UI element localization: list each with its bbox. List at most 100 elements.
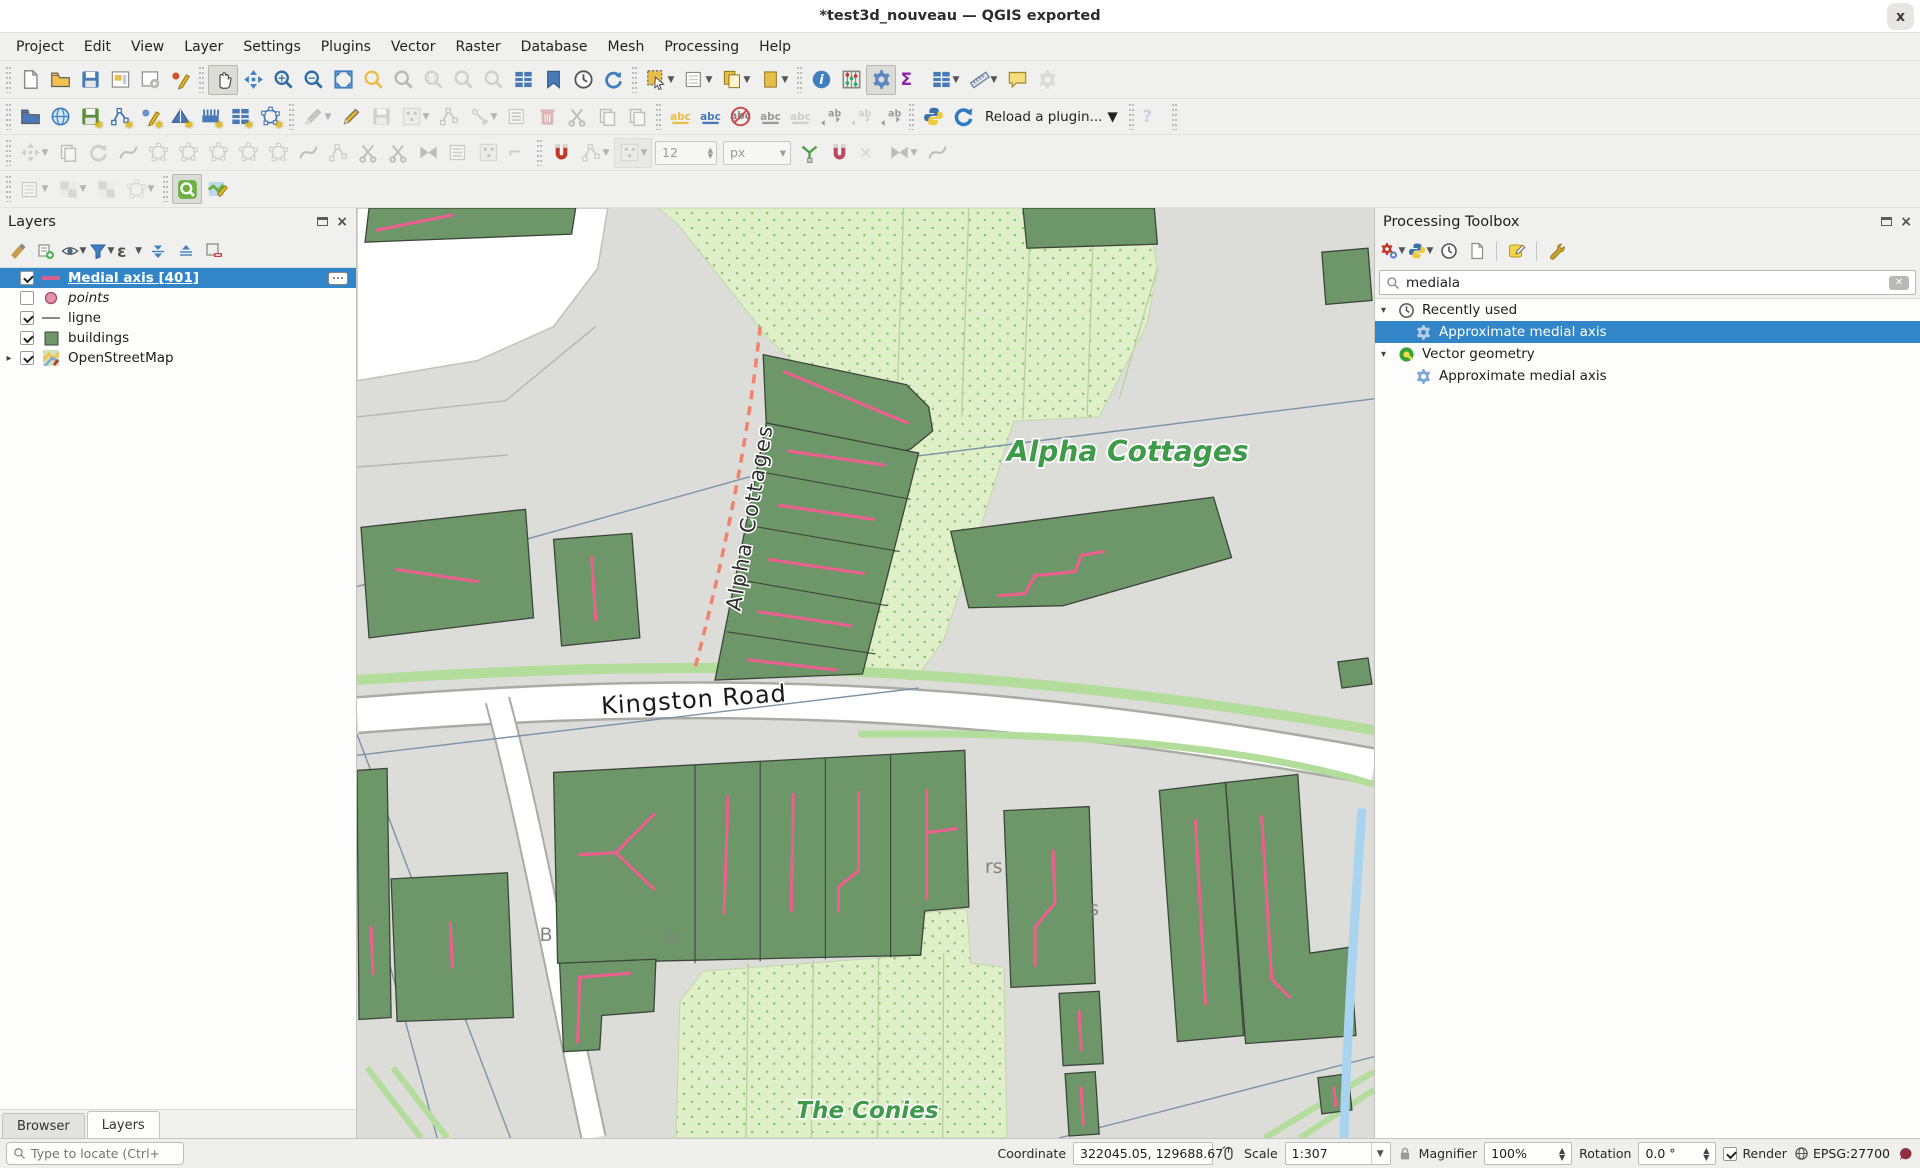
rotate-feature-button[interactable] <box>83 138 113 168</box>
add-point-feature-button[interactable] <box>434 102 464 132</box>
reshape-features-button[interactable] <box>323 138 353 168</box>
expand-all-button[interactable] <box>144 238 171 264</box>
magnifier-stepper-icons[interactable]: ▲▼ <box>1559 1147 1565 1161</box>
crs-status[interactable]: EPSG:27700 <box>1794 1146 1890 1161</box>
temporal-controller-button[interactable] <box>568 65 598 95</box>
snap-units-dropdown-icon[interactable]: ▾ <box>780 145 790 160</box>
layer-diagram-button[interactable]: abc <box>695 102 725 132</box>
zoom-last-button[interactable] <box>448 65 478 95</box>
layers-panel-close-icon[interactable]: × <box>336 217 348 227</box>
map-canvas[interactable]: Alpha Cottages Alpha Cottages Kingston R… <box>357 208 1374 1138</box>
enable-snapping-button[interactable] <box>546 138 576 168</box>
simplify-feature-button[interactable] <box>113 138 143 168</box>
manage-map-themes-button[interactable]: ▼ <box>60 238 87 264</box>
menu-processing[interactable]: Processing <box>654 36 749 58</box>
rotation-spin[interactable]: 0.0 ° ▲▼ <box>1638 1142 1716 1165</box>
identify-features-button[interactable]: i <box>806 65 836 95</box>
split-features-button[interactable] <box>353 138 383 168</box>
save-project-button[interactable] <box>75 65 105 95</box>
snapping-type-button[interactable]: ▼ <box>614 138 652 168</box>
mesh-transform-button[interactable]: ▼ <box>53 174 91 204</box>
merge-features-button[interactable] <box>413 138 443 168</box>
layer-row-points[interactable]: points <box>0 288 356 308</box>
zoom-native-button[interactable]: 1:1 <box>418 65 448 95</box>
remove-layer-button[interactable] <box>200 238 227 264</box>
map-tips-button[interactable] <box>1002 65 1032 95</box>
pan-map-button[interactable] <box>208 65 238 95</box>
copy-move-feature-button[interactable] <box>53 138 83 168</box>
vertex-tool-button[interactable]: ▼ <box>464 102 502 132</box>
menu-database[interactable]: Database <box>511 36 598 58</box>
mesh-selection-button[interactable] <box>91 174 121 204</box>
layer-labeling-button[interactable]: abc <box>665 102 695 132</box>
layer-visibility-checkbox[interactable] <box>20 331 34 345</box>
tab-browser[interactable]: Browser <box>2 1113 85 1138</box>
select-by-value-dropdown-icon[interactable]: ▼ <box>706 75 713 85</box>
processing-panel-float-icon[interactable] <box>1881 217 1892 226</box>
topological-editing-button[interactable] <box>794 138 824 168</box>
current-edits-button[interactable]: ▼ <box>298 102 336 132</box>
statistical-summary-button[interactable] <box>836 65 866 95</box>
plugin-reloader-choose-button[interactable]: Reload a plugin...▼ <box>978 104 1125 130</box>
python-console-button[interactable] <box>918 102 948 132</box>
avoid-overlap-mode-dropdown-icon[interactable]: ▼ <box>911 148 918 158</box>
select-features-button[interactable]: ▼ <box>641 65 679 95</box>
delete-ring-button[interactable] <box>233 138 263 168</box>
mesh-force-by-lines-button[interactable]: ▼ <box>121 174 159 204</box>
menu-project[interactable]: Project <box>6 36 74 58</box>
mesh-force-by-lines-dropdown-icon[interactable]: ▼ <box>148 184 155 194</box>
new-geopackage-layer-button[interactable]: * <box>75 102 105 132</box>
scale-combo[interactable]: 1:307 ▼ <box>1285 1142 1391 1165</box>
merge-attributes-button[interactable] <box>443 138 473 168</box>
menu-view[interactable]: View <box>121 36 174 58</box>
fill-ring-button[interactable] <box>203 138 233 168</box>
add-ring-button[interactable] <box>143 138 173 168</box>
processing-panel-close-icon[interactable]: × <box>1900 217 1912 227</box>
menu-help[interactable]: Help <box>749 36 801 58</box>
digitize-with-segment-button[interactable]: ▼ <box>396 102 434 132</box>
save-edits-button[interactable] <box>366 102 396 132</box>
processing-group-vector-geometry[interactable]: ▾Vector geometry <box>1375 343 1920 365</box>
coordinate-input[interactable]: 322045.05, 129688.67 <box>1073 1142 1213 1165</box>
digitize-with-segment-dropdown-icon[interactable]: ▼ <box>423 112 430 122</box>
new-print-layout-button[interactable] <box>105 65 135 95</box>
scale-dropdown-icon[interactable]: ▼ <box>1371 1143 1384 1164</box>
options-button[interactable] <box>1543 238 1570 264</box>
menu-settings[interactable]: Settings <box>233 36 310 58</box>
open-layer-styling-button[interactable] <box>4 238 31 264</box>
tab-layers[interactable]: Layers <box>87 1111 160 1138</box>
plugin-help-button[interactable]: ? <box>1138 102 1168 132</box>
menu-vector[interactable]: Vector <box>381 36 446 58</box>
results-viewer-button[interactable] <box>1463 238 1490 264</box>
plugin-reloader-choose-dropdown-icon[interactable]: ▼ <box>1107 109 1117 125</box>
search-clear-icon[interactable]: ✕ <box>1889 276 1909 290</box>
snapping-type-dropdown-icon[interactable]: ▼ <box>641 148 648 158</box>
zoom-next-button[interactable] <box>478 65 508 95</box>
filter-by-expression-dropdown-icon[interactable]: ▼ <box>135 246 142 256</box>
paste-features-button[interactable] <box>622 102 652 132</box>
layer-row-openstreetmap[interactable]: ▸OpenStreetMap <box>0 348 356 368</box>
magnifier-spin[interactable]: 100% ▲▼ <box>1484 1142 1572 1165</box>
snapping-mode-button[interactable]: ▼ <box>576 138 614 168</box>
mesh-digitizing-button[interactable]: ▼ <box>15 174 53 204</box>
highlight-pinned-labels-button[interactable]: abc <box>785 102 815 132</box>
show-layout-manager-button[interactable] <box>135 65 165 95</box>
layer-visibility-checkbox[interactable] <box>20 351 34 365</box>
zoom-to-selection-button[interactable] <box>358 65 388 95</box>
snap-units-combo[interactable]: px▾ <box>723 141 791 165</box>
locator-input[interactable] <box>31 1146 161 1161</box>
models-dropdown-icon[interactable]: ▼ <box>1399 246 1406 256</box>
delete-part-button[interactable] <box>263 138 293 168</box>
locator-box[interactable] <box>6 1142 184 1165</box>
history-button[interactable] <box>1435 238 1462 264</box>
rotate-label-button[interactable]: ab <box>845 102 875 132</box>
measure-button[interactable]: ▼ <box>964 65 1002 95</box>
new-shapefile-layer-button[interactable]: * <box>105 102 135 132</box>
messages-balloon-icon[interactable] <box>1897 1146 1914 1162</box>
invert-selection-dropdown-icon[interactable]: ▼ <box>782 75 789 85</box>
lock-scale-icon[interactable] <box>1398 1146 1412 1161</box>
offset-curve-button[interactable] <box>293 138 323 168</box>
measure-dropdown-icon[interactable]: ▼ <box>991 75 998 85</box>
processing-toolbox-toggle-button[interactable] <box>866 65 896 95</box>
menu-mesh[interactable]: Mesh <box>597 36 654 58</box>
